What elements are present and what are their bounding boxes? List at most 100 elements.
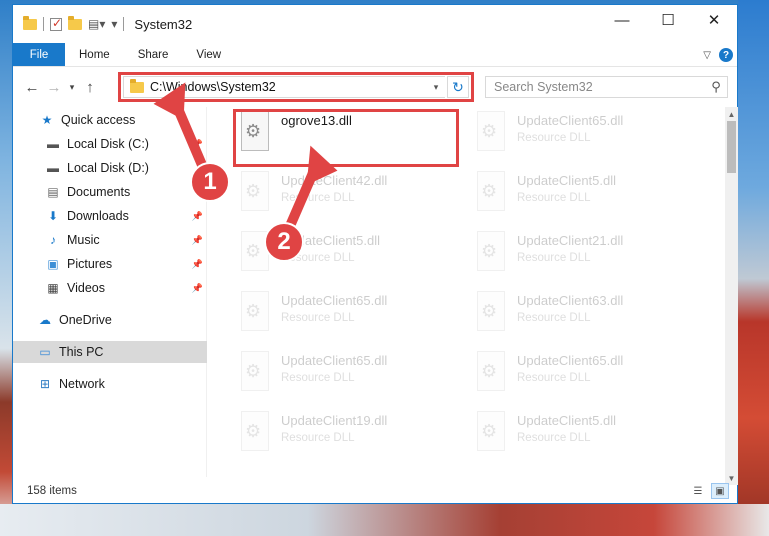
dll-file-icon: ⚙ — [473, 411, 509, 455]
maximize-button[interactable]: ☐ — [645, 5, 691, 35]
videos-icon: ▦ — [47, 281, 59, 295]
file-name: UpdateClient21.dll — [517, 233, 624, 248]
properties-check-icon[interactable] — [50, 16, 62, 31]
back-arrow-icon[interactable]: ← — [21, 79, 43, 96]
minimize-button[interactable]: — — [599, 5, 645, 35]
documents-icon: ▤ — [47, 185, 59, 199]
dll-file-icon: ⚙ — [237, 411, 273, 455]
sidebar-item-label: Music — [67, 233, 100, 247]
sidebar-item-label: Network — [59, 377, 105, 391]
desktop-background-bottom — [0, 504, 769, 536]
dll-file-icon: ⚙ — [473, 291, 509, 335]
computer-icon: ▭ — [39, 345, 51, 359]
file-item[interactable]: ⚙ UpdateClient5.dll Resource DLL — [469, 167, 699, 219]
address-path[interactable]: C:\Windows\System32 — [150, 80, 276, 94]
file-type: Resource DLL — [281, 192, 355, 204]
vertical-scrollbar[interactable]: ▲ ▼ — [725, 107, 738, 485]
file-item[interactable]: ⚙ UpdateClient5.dll Resource DLL — [469, 407, 699, 459]
file-name: UpdateClient65.dll — [281, 293, 388, 308]
window-controls: — ☐ ✕ — [599, 5, 737, 35]
file-type: Resource DLL — [517, 192, 591, 204]
music-icon: ♪ — [50, 233, 56, 247]
folder-icon[interactable] — [23, 15, 37, 30]
details-view-icon[interactable]: ☰ — [689, 483, 707, 499]
network-icon: ⊞ — [39, 377, 51, 391]
file-item[interactable]: ⚙ UpdateClient19.dll Resource DLL — [233, 407, 463, 459]
sidebar-item-quick-access[interactable]: ★ Quick access — [13, 109, 207, 131]
close-button[interactable]: ✕ — [691, 5, 737, 35]
expand-ribbon-chevron-icon[interactable]: ▽ — [703, 50, 711, 61]
file-type: Resource DLL — [517, 312, 591, 324]
toolbar-divider — [123, 17, 125, 31]
navigation-bar: ← → ▾ ↑ C:\Windows\System32 ▾ ↻ ⚲ — [13, 67, 737, 107]
tab-home[interactable]: Home — [65, 43, 124, 66]
sidebar-item-pictures[interactable]: ▣ Pictures 📌 — [13, 253, 207, 275]
new-folder-icon[interactable] — [68, 15, 82, 30]
sidebar-item-documents[interactable]: ▤ Documents — [13, 181, 207, 203]
drive-icon: ▬ — [47, 137, 59, 151]
file-item[interactable]: ⚙ UpdateClient65.dll Resource DLL — [469, 347, 699, 399]
item-count: 158 items — [27, 485, 77, 497]
sidebar-item-label: OneDrive — [59, 313, 112, 327]
scroll-thumb[interactable] — [727, 121, 736, 173]
forward-arrow-icon[interactable]: → — [43, 79, 65, 96]
tiles-view-icon[interactable]: ▣ — [711, 483, 729, 499]
cloud-icon: ☁ — [39, 313, 51, 327]
sidebar-item-local-disk-c[interactable]: ▬ Local Disk (C:) 📌 — [13, 133, 207, 155]
sidebar-item-label: Downloads — [67, 209, 129, 223]
window-title: System32 — [134, 16, 193, 32]
file-name: UpdateClient19.dll — [281, 413, 388, 428]
quick-access-toolbar: ▤▾ ▾ — [13, 15, 125, 31]
sidebar-item-local-disk-d[interactable]: ▬ Local Disk (D:) — [13, 157, 207, 179]
sidebar-item-label: Documents — [67, 185, 131, 199]
sidebar-item-this-pc[interactable]: ▭ This PC — [13, 341, 207, 363]
help-icon[interactable]: ? — [719, 48, 733, 62]
up-arrow-icon[interactable]: ↑ — [79, 79, 101, 96]
address-bar[interactable]: C:\Windows\System32 — [123, 76, 427, 98]
refresh-icon[interactable]: ↻ — [447, 76, 469, 98]
dll-file-icon: ⚙ — [473, 351, 509, 395]
drive-icon: ▬ — [47, 161, 59, 175]
address-dropdown-icon[interactable]: ▾ — [427, 76, 445, 98]
ribbon-right-controls: ▽ ? — [703, 43, 733, 67]
file-item[interactable]: ⚙ UpdateClient21.dll Resource DLL — [469, 227, 699, 279]
sidebar-item-network[interactable]: ⊞ Network — [13, 373, 207, 395]
file-name: UpdateClient65.dll — [517, 353, 624, 368]
file-type: Resource DLL — [517, 252, 591, 264]
file-item[interactable]: ⚙ UpdateClient65.dll Resource DLL — [469, 107, 699, 159]
file-item[interactable]: ⚙ UpdateClient65.dll Resource DLL — [233, 287, 463, 339]
search-input[interactable] — [494, 80, 705, 94]
annotation-badge-2: 2 — [264, 222, 304, 262]
file-name: UpdateClient63.dll — [517, 293, 624, 308]
file-item[interactable]: ⚙ UpdateClient42.dll Resource DLL — [233, 167, 463, 219]
pin-icon: 📌 — [191, 234, 203, 245]
sidebar-item-label: Videos — [67, 281, 105, 295]
downloads-icon: ⬇ — [47, 209, 59, 223]
file-type: Resource DLL — [517, 432, 591, 444]
recent-locations-chevron-icon[interactable]: ▾ — [65, 82, 79, 93]
file-name: UpdateClient65.dll — [281, 353, 388, 368]
tab-file[interactable]: File — [13, 43, 65, 66]
sidebar-item-music[interactable]: ♪ Music 📌 — [13, 229, 207, 251]
dll-file-icon: ⚙ — [473, 171, 509, 215]
pin-icon: 📌 — [191, 138, 203, 149]
star-icon: ★ — [41, 113, 53, 127]
search-icon[interactable]: ⚲ — [705, 79, 727, 95]
sidebar-item-downloads[interactable]: ⬇ Downloads 📌 — [13, 205, 207, 227]
sidebar-item-videos[interactable]: ▦ Videos 📌 — [13, 277, 207, 299]
scroll-up-arrow-icon[interactable]: ▲ — [725, 107, 738, 121]
sidebar-item-onedrive[interactable]: ☁ OneDrive — [13, 309, 207, 331]
file-type: Resource DLL — [281, 432, 355, 444]
file-name: UpdateClient5.dll — [517, 173, 617, 188]
file-item[interactable]: ⚙ UpdateClient63.dll Resource DLL — [469, 287, 699, 339]
address-bar-highlight: C:\Windows\System32 ▾ ↻ — [118, 72, 474, 102]
ribbon-tabs: File Home Share View ▽ ? — [13, 43, 737, 67]
title-bar: ▤▾ ▾ System32 — ☐ ✕ — [13, 5, 737, 43]
customize-toolbar-icon[interactable]: ▤▾ — [88, 17, 105, 31]
annotation-badge-1: 1 — [190, 162, 230, 202]
file-item[interactable]: ⚙ UpdateClient65.dll Resource DLL — [233, 347, 463, 399]
sidebar-item-label: Local Disk (D:) — [67, 161, 149, 175]
tab-view[interactable]: View — [182, 43, 235, 66]
toolbar-dropdown-icon[interactable]: ▾ — [111, 17, 117, 31]
tab-share[interactable]: Share — [124, 43, 183, 66]
